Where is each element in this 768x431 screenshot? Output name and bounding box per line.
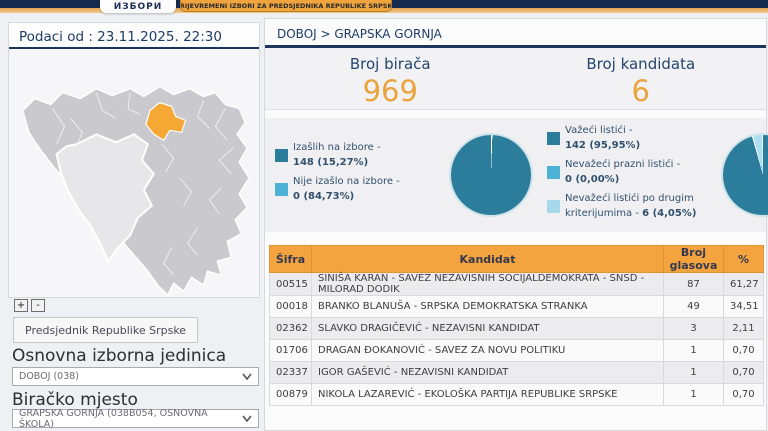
voters-label: Broj birača — [265, 55, 516, 73]
ballots-legend: Važeći listići - 142 (95,95%) Nevažeći p… — [547, 124, 705, 226]
legend-item: Nevažeći prazni listići - 0 (0,00%) — [547, 158, 705, 187]
table-row: 00018 BRANKO BLANUŠA - SRPSKA DEMOKRATSK… — [270, 296, 764, 318]
header-votes: Broj glasova — [664, 246, 724, 273]
turnout-legend: Izašlih na izbore - 148 (15,27%) Nije iz… — [275, 141, 433, 209]
race-selector-label: Predsjednik Republike Srpske — [25, 324, 186, 337]
data-timestamp: Podaci od : 23.11.2025. 22:30 — [9, 23, 259, 47]
chevron-down-icon — [242, 415, 252, 422]
results-table: Šifra Kandidat Broj glasova % 00515 SINI… — [269, 245, 764, 406]
station-select-value: GRAPSKA GORNJA (038B054, OSNOVNA ŠKOLA) — [19, 408, 242, 430]
voters-stat: Broj birača 969 — [265, 48, 516, 109]
legend-swatch-mid — [547, 166, 560, 179]
legend-swatch-light — [547, 200, 560, 213]
table-row: 00515 SINIŠA KARAN - SAVEZ NEZAVISNIH SO… — [270, 273, 764, 296]
stats-band: Broj birača 969 Broj kandidata 6 — [265, 48, 766, 110]
table-row: 00879 NIKOLA LAZAREVIĆ - EKOLOŠKA PARTIJ… — [270, 384, 764, 406]
unit-select-value: DOBOJ (038) — [19, 371, 79, 382]
election-banner-text: PRIJEVREMENI IZBORI ZA PREDSJEDNIKA REPU… — [180, 2, 392, 10]
bih-map-svg — [9, 49, 259, 297]
table-row: 02337 IGOR GAŠEVIĆ - NEZAVISNI KANDIDAT … — [270, 362, 764, 384]
map-card: Podaci od : 23.11.2025. 22:30 — [8, 22, 260, 298]
voters-value: 969 — [265, 74, 516, 108]
header-code: Šifra — [270, 246, 312, 273]
legend-item: Izašlih na izbore - 148 (15,27%) — [275, 141, 433, 170]
map-zoom-in-button[interactable]: + — [14, 299, 28, 312]
candidates-label: Broj kandidata — [516, 55, 767, 73]
izbori-logo[interactable]: ИЗБОРИ — [100, 0, 176, 13]
breadcrumb: DOBOJ > GRAPSKA GORNJA — [265, 19, 766, 45]
header-pct: % — [724, 246, 764, 273]
candidates-stat: Broj kandidata 6 — [516, 48, 767, 109]
ballots-chart-block: Važeći listići - 142 (95,95%) Nevažeći p… — [537, 118, 768, 232]
turnout-pie-chart — [451, 135, 531, 215]
map-zoom-out-button[interactable]: - — [31, 299, 45, 312]
legend-item: Nije izašlo na izbore - 0 (84,73%) — [275, 175, 433, 204]
station-select[interactable]: GRAPSKA GORNJA (038B054, OSNOVNA ŠKOLA) — [12, 409, 259, 428]
bih-map[interactable] — [9, 49, 259, 297]
legend-swatch-mid — [275, 183, 288, 196]
election-banner-tab: PRIJEVREMENI IZBORI ZA PREDSJEDNIKA REPU… — [180, 0, 392, 12]
table-row: 02362 SLAVKO DRAGIČEVIĆ - NEZAVISNI KAND… — [270, 318, 764, 340]
charts-band: Izašlih na izbore - 148 (15,27%) Nije iz… — [265, 118, 766, 232]
ballots-pie-chart — [723, 135, 768, 215]
legend-swatch-dark — [547, 132, 560, 145]
legend-item: Nevažeći listići po drugim kriterijumima… — [547, 192, 705, 221]
unit-heading: Osnovna izborna jedinica — [12, 346, 226, 366]
candidates-value: 6 — [516, 74, 767, 108]
results-card: DOBOJ > GRAPSKA GORNJA Broj birača 969 B… — [264, 18, 767, 431]
race-selector-button[interactable]: Predsjednik Republike Srpske — [13, 317, 198, 343]
chevron-down-icon — [242, 373, 252, 380]
table-header-row: Šifra Kandidat Broj glasova % — [270, 246, 764, 273]
header-candidate: Kandidat — [312, 246, 664, 273]
table-row: 01706 DRAGAN ĐOKANOVIĆ - SAVEZ ZA NOVU P… — [270, 340, 764, 362]
turnout-chart-block: Izašlih na izbore - 148 (15,27%) Nije iz… — [265, 118, 537, 232]
unit-select[interactable]: DOBOJ (038) — [12, 367, 259, 386]
izbori-logo-text: ИЗБОРИ — [114, 1, 163, 13]
legend-item: Važeći listići - 142 (95,95%) — [547, 124, 705, 153]
legend-swatch-dark — [275, 149, 288, 162]
